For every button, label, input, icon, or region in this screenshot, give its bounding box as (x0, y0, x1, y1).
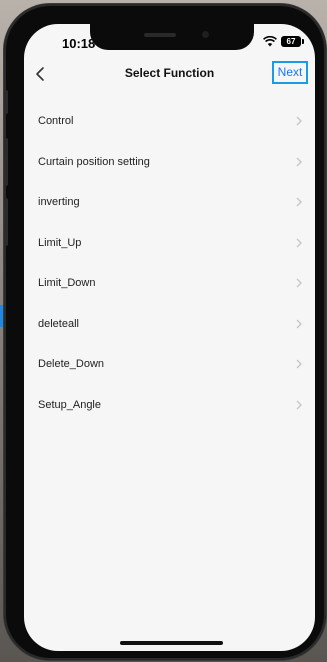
phone-frame: 10:18 67 Select Function Next Control Cu… (4, 4, 326, 660)
volume-up-button (4, 138, 8, 186)
list-item-label: Delete_Down (38, 358, 105, 370)
volume-down-button (4, 198, 8, 246)
function-list: Control Curtain position setting inverti… (24, 101, 315, 425)
chevron-right-icon (296, 359, 302, 369)
front-camera (202, 31, 209, 38)
speaker-grille (144, 33, 176, 37)
chevron-right-icon (296, 157, 302, 166)
list-item-label: Limit_Up (38, 236, 82, 249)
mute-switch (4, 90, 8, 114)
chevron-right-icon (296, 400, 302, 409)
navigation-bar: Select Function Next (24, 58, 315, 90)
list-item-label: Setup_Angle (38, 398, 101, 411)
list-item-label: Curtain position setting (38, 155, 150, 168)
next-button[interactable]: Next (272, 61, 308, 84)
battery-level: 67 (286, 37, 296, 46)
list-item-control[interactable]: Control (24, 101, 315, 142)
list-item-deleteall[interactable]: deleteall (24, 304, 315, 345)
list-item-inverting[interactable]: inverting (24, 182, 315, 223)
chevron-right-icon (296, 238, 302, 247)
list-item-label: Control (38, 115, 74, 127)
list-item-label: Limit_Down (38, 277, 96, 289)
screen: 10:18 67 Select Function Next Control Cu… (24, 24, 315, 651)
list-item-curtain-position-setting[interactable]: Curtain position setting (24, 142, 315, 183)
chevron-right-icon (296, 319, 302, 328)
chevron-right-icon (296, 197, 302, 207)
home-indicator[interactable] (120, 641, 223, 645)
chevron-right-icon (296, 116, 302, 126)
list-item-delete-down[interactable]: Delete_Down (24, 344, 315, 385)
list-item-label: deleteall (38, 317, 79, 330)
chevron-right-icon (296, 278, 302, 288)
notch (90, 24, 254, 50)
wifi-icon (263, 36, 277, 47)
list-item-limit-up[interactable]: Limit_Up (24, 223, 315, 264)
list-item-setup-angle[interactable]: Setup_Angle (24, 385, 315, 426)
list-item-limit-down[interactable]: Limit_Down (24, 263, 315, 304)
status-indicators: 67 (263, 36, 304, 47)
list-item-label: inverting (38, 196, 80, 208)
battery-icon: 67 (281, 36, 304, 47)
